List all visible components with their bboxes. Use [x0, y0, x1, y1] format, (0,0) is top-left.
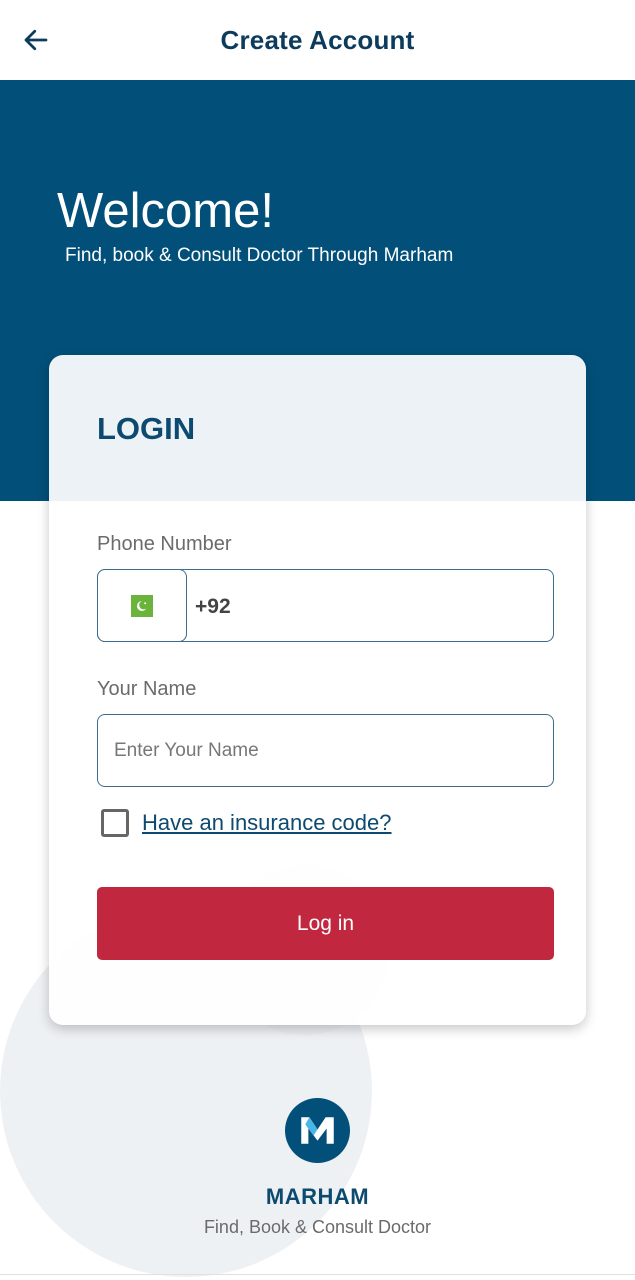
name-input[interactable]: [97, 714, 554, 787]
divider: [0, 1274, 635, 1275]
country-selector[interactable]: [97, 569, 187, 642]
arrow-left-icon: [24, 29, 48, 51]
login-card: LOGIN Phone Number +92 Your Name Have an…: [49, 355, 586, 1025]
your-name-label: Your Name: [97, 678, 197, 700]
login-card-title: LOGIN: [97, 411, 196, 446]
login-button[interactable]: Log in: [97, 887, 554, 960]
insurance-row: Have an insurance code?: [101, 809, 392, 837]
insurance-checkbox[interactable]: [101, 809, 129, 837]
phone-number-field[interactable]: +92: [97, 569, 554, 642]
top-app-bar: Create Account: [0, 0, 635, 80]
page-title: Create Account: [220, 24, 415, 55]
brand-name: MARHAM: [265, 1184, 370, 1209]
welcome-title: Welcome!: [57, 184, 274, 238]
insurance-code-link[interactable]: Have an insurance code?: [142, 810, 392, 836]
brand-tagline: Find, Book & Consult Doctor: [203, 1217, 432, 1237]
back-button[interactable]: [18, 22, 54, 58]
welcome-subtitle: Find, book & Consult Doctor Through Marh…: [65, 245, 454, 266]
country-code: +92: [195, 595, 231, 618]
pakistan-flag-icon: [131, 594, 153, 617]
marham-logo-icon: [285, 1098, 350, 1163]
phone-number-label: Phone Number: [97, 533, 232, 555]
